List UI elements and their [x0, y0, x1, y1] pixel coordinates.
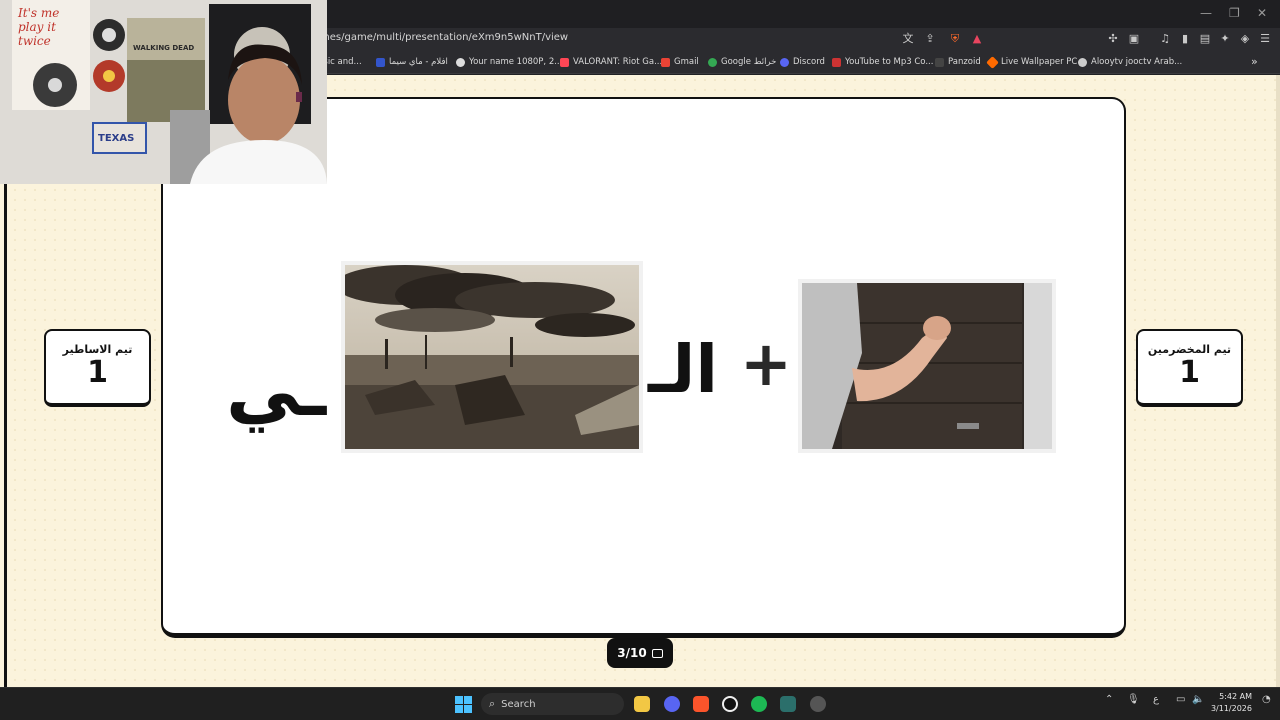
restore-icon[interactable]: ❐ — [1229, 6, 1240, 20]
clock-date: 3/11/2026 — [1210, 704, 1252, 713]
plus-icon: + — [740, 327, 792, 400]
obs-icon[interactable] — [722, 696, 738, 712]
bookmark-item[interactable]: افلام - ماي سيما — [376, 57, 448, 67]
team-score: 1 — [1179, 355, 1200, 390]
plate-text: TEXAS — [98, 133, 135, 144]
puzzle-letter-ya: ـي — [226, 347, 327, 433]
search-icon: ⌕ — [489, 697, 496, 710]
microphone-icon[interactable]: 🎙 — [1127, 694, 1140, 705]
knock-door-image — [802, 283, 1052, 449]
spotify-icon[interactable] — [751, 696, 767, 712]
wallpaper-icon — [986, 55, 999, 69]
discord-taskbar-icon[interactable] — [664, 696, 680, 712]
clock-time: 5:42 AM — [1219, 692, 1252, 701]
bookmark-favicon-icon — [376, 57, 385, 67]
ruins-photo — [341, 261, 643, 453]
windows-start-icon[interactable] — [455, 696, 472, 713]
bookmark-item[interactable]: Google خرائط — [708, 57, 776, 67]
extensions-icon[interactable]: ✣ — [1106, 32, 1120, 46]
vpn-icon[interactable]: ◈ — [1238, 32, 1252, 46]
globe-icon — [456, 57, 465, 67]
gmail-icon — [661, 57, 670, 67]
question-counter: 3/10 — [607, 638, 673, 668]
taskbar-search[interactable]: ⌕ Search — [481, 693, 624, 715]
image-icon — [651, 648, 663, 658]
chrome-taskbar-icon[interactable] — [810, 696, 826, 712]
tray-overflow-icon[interactable]: ⌃ — [1105, 694, 1113, 705]
bookmark-item[interactable]: Alooytv jooctv Arab... — [1078, 57, 1182, 67]
notifications-icon[interactable]: ◔ — [1262, 694, 1271, 705]
language-indicator[interactable]: ع — [1153, 694, 1159, 705]
panzoid-icon — [935, 57, 944, 67]
knock-door-photo — [798, 279, 1056, 453]
search-placeholder: Search — [501, 698, 536, 710]
menu-icon[interactable]: ☰ — [1258, 32, 1272, 46]
close-icon[interactable]: ✕ — [1257, 6, 1267, 20]
screenshot-icon[interactable]: ▣ — [1127, 32, 1141, 46]
bookmark-item[interactable]: Gmail — [661, 57, 699, 67]
counter-text: 3/10 — [617, 646, 647, 660]
brave-taskbar-icon[interactable] — [693, 696, 709, 712]
maps-pin-icon — [708, 57, 717, 67]
bookmark-item[interactable]: Your name 1080P, 2... — [456, 57, 562, 67]
bookmark-item[interactable]: Discord — [780, 57, 825, 67]
brave-rewards-icon[interactable]: ▲ — [970, 32, 984, 46]
screen: — ❐ ✕ mes/game/multi/presentation/eXm9n5… — [0, 0, 1280, 720]
bookmark-item[interactable]: YouTube to Mp3 Co... — [832, 57, 933, 67]
puzzle-letter-al: الـ — [648, 331, 718, 408]
poster-text: It's me play it twice — [18, 6, 60, 48]
brave-shield-icon[interactable]: ⛨ — [948, 32, 962, 46]
system-clock[interactable]: 5:42 AM 3/11/2026 — [1208, 691, 1252, 715]
windows-taskbar: ⌕ Search ⌃ 🎙 ع ▭ 🔈 5:42 AM 3/11/2026 ◔ — [0, 687, 1280, 720]
file-explorer-icon[interactable] — [634, 696, 650, 712]
sidebar-icon[interactable]: ▮ — [1178, 32, 1192, 46]
webcam-overlay: It's me play it twice WALKING DEAD TEXAS — [0, 0, 327, 184]
discord-icon — [780, 57, 789, 67]
network-icon[interactable]: ▭ — [1176, 694, 1185, 705]
bookmark-item[interactable]: Live Wallpaper PC — [986, 55, 1077, 69]
page-edge — [1276, 75, 1280, 687]
leo-ai-icon[interactable]: ✦ — [1218, 32, 1232, 46]
ruins-image — [345, 265, 639, 449]
address-bar[interactable]: mes/game/multi/presentation/eXm9n5wNnT/v… — [320, 32, 568, 43]
minimize-icon[interactable]: — — [1200, 6, 1212, 20]
globe-icon — [1078, 57, 1087, 67]
team-card-right: تيم المخضرمين 1 — [1136, 329, 1243, 407]
team-score: 1 — [87, 355, 108, 390]
music-icon[interactable]: ♫ — [1158, 32, 1172, 46]
app-taskbar-icon[interactable] — [780, 696, 796, 712]
team-card-left: تيم الاساطير 1 — [44, 329, 151, 407]
translate-icon[interactable]: 文 — [901, 32, 915, 46]
bookmark-item[interactable]: VALORANT: Riot Ga... — [560, 57, 662, 67]
wallet-icon[interactable]: ▤ — [1198, 32, 1212, 46]
volume-icon[interactable]: 🔈 — [1192, 694, 1204, 705]
poster-text: WALKING DEAD — [133, 44, 195, 52]
share-icon[interactable]: ⇪ — [923, 32, 937, 46]
more-bookmarks-icon[interactable]: » — [1251, 55, 1258, 68]
bookmark-item[interactable]: Panzoid — [935, 57, 981, 67]
valorant-icon — [560, 57, 569, 67]
youtube-mp3-icon — [832, 57, 841, 67]
